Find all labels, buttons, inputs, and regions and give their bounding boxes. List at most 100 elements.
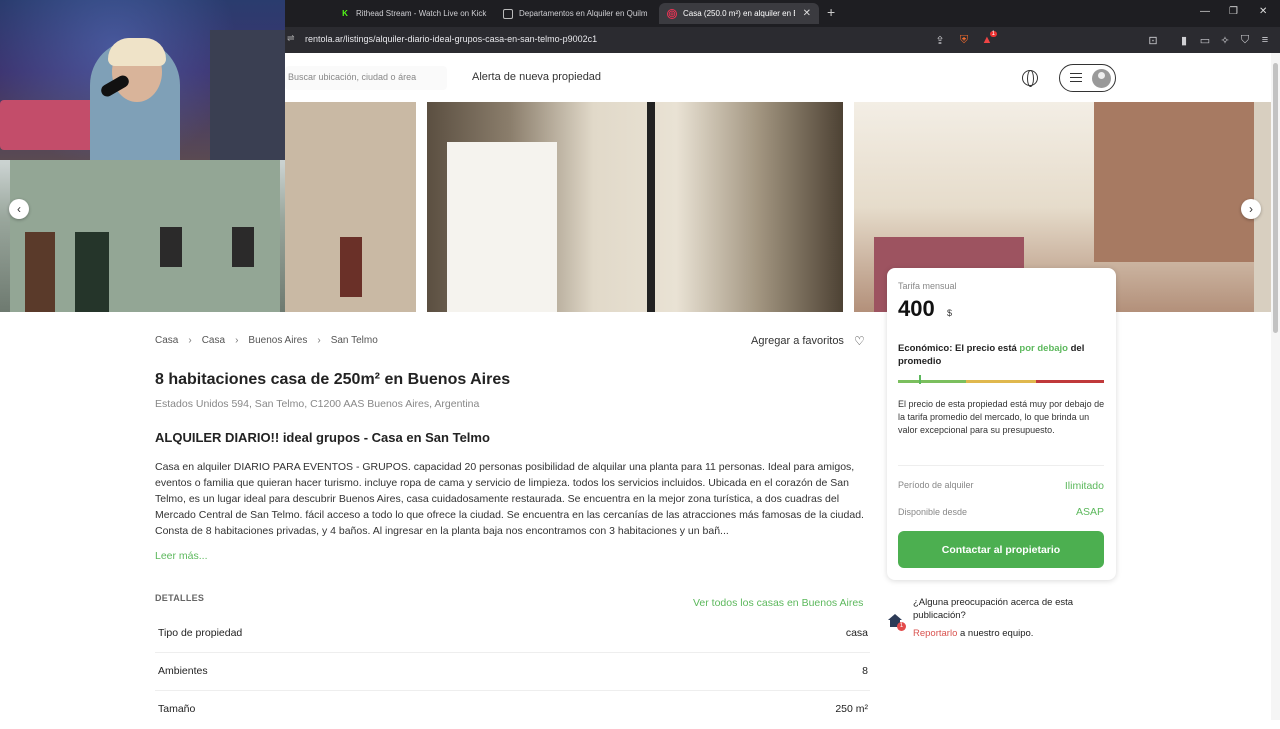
scrollbar-thumb[interactable] bbox=[1273, 63, 1278, 333]
window-close-icon[interactable]: ✕ bbox=[1259, 6, 1267, 17]
price-explanation: El precio de esta propiedad está muy por… bbox=[898, 399, 1105, 435]
location-search-input[interactable]: Buscar ubicación, ciudad o área bbox=[285, 66, 447, 90]
gallery-next-icon[interactable]: › bbox=[1241, 199, 1261, 219]
details-row: Ambientes 8 bbox=[155, 653, 870, 691]
house-icon: 1 bbox=[888, 614, 906, 631]
tab-rentola[interactable]: ◎ Casa (250.0 m²) en alquiler en Bu ✕ bbox=[659, 3, 819, 24]
details-value: casa bbox=[845, 627, 868, 639]
price-rating-prefix: Económico: El precio está bbox=[898, 343, 1020, 354]
tab-label: Departamentos en Alquiler en Quilm bbox=[519, 9, 648, 18]
listing-photo-door[interactable] bbox=[427, 102, 843, 312]
rentola-icon: ◎ bbox=[667, 8, 677, 19]
url-field[interactable]: rentola.ar/listings/alquiler-diario-idea… bbox=[305, 34, 597, 44]
avatar bbox=[1092, 69, 1111, 88]
details-value: 250 m² bbox=[835, 703, 868, 715]
brave-shield-icon[interactable]: ⛨ bbox=[957, 33, 971, 47]
rewards-icon[interactable]: ▲ 1 bbox=[980, 31, 997, 47]
webcam-shelf bbox=[210, 30, 285, 160]
report-suffix: a nuestro equipo. bbox=[957, 628, 1034, 639]
new-property-alert-link[interactable]: Alerta de nueva propiedad bbox=[472, 71, 601, 83]
add-to-favorites-button[interactable]: Agregar a favoritos ♡ bbox=[751, 334, 865, 348]
breadcrumb-item[interactable]: Casa bbox=[202, 335, 225, 346]
heart-icon: ♡ bbox=[853, 334, 865, 348]
minimize-icon[interactable]: — bbox=[1200, 6, 1210, 17]
brick-wall bbox=[1094, 102, 1254, 262]
breadcrumb-item[interactable]: Buenos Aires bbox=[248, 335, 307, 346]
rewards-badge: 1 bbox=[989, 31, 997, 37]
details-heading: DETALLES bbox=[155, 593, 205, 603]
facade-window bbox=[340, 237, 362, 297]
chevron-right-icon: › bbox=[188, 335, 192, 346]
page-title: 8 habitaciones casa de 250m² en Buenos A… bbox=[155, 371, 511, 388]
user-menu-button[interactable] bbox=[1059, 64, 1116, 92]
site-info-icon[interactable]: ⇌ bbox=[287, 33, 295, 44]
hamburger-icon bbox=[1070, 73, 1082, 82]
tab-departamentos[interactable]: Departamentos en Alquiler en Quilm bbox=[503, 3, 653, 24]
breadcrumb: Casa › Casa › Buenos Aires › San Telmo bbox=[155, 335, 378, 346]
report-link[interactable]: Reportarlo bbox=[913, 628, 957, 639]
tab-label: Rithead Stream - Watch Live on Kick bbox=[356, 9, 487, 18]
tab-label: Casa (250.0 m²) en alquiler en Bu bbox=[683, 9, 795, 18]
details-row: Tamaño 250 m² bbox=[155, 691, 870, 729]
alert-badge: 1 bbox=[897, 622, 906, 631]
rental-period-label: Período de alquiler bbox=[898, 480, 974, 490]
view-all-houses-link[interactable]: Ver todos los casas en Buenos Aires bbox=[693, 597, 863, 609]
price-card: Tarifa mensual 400 $ Económico: El preci… bbox=[887, 268, 1116, 580]
breadcrumb-item[interactable]: Casa bbox=[155, 335, 178, 346]
new-tab-icon[interactable]: + bbox=[827, 4, 835, 20]
price-rating-highlight: por debajo bbox=[1019, 343, 1068, 354]
tab-kick[interactable]: K Rithead Stream - Watch Live on Kick bbox=[340, 3, 490, 24]
chevron-right-icon: › bbox=[235, 335, 239, 346]
facade-door bbox=[75, 232, 109, 312]
kick-icon: K bbox=[342, 9, 348, 18]
listing-subtitle: ALQUILER DIARIO!! ideal grupos - Casa en… bbox=[155, 430, 490, 445]
close-tab-icon[interactable]: ✕ bbox=[803, 8, 811, 19]
maximize-icon[interactable]: ❐ bbox=[1229, 6, 1238, 17]
monthly-rate-label: Tarifa mensual bbox=[898, 281, 957, 291]
currency-symbol: $ bbox=[947, 308, 953, 318]
listing-description: Casa en alquiler DIARIO PARA EVENTOS - G… bbox=[155, 461, 864, 537]
sidebar-icon[interactable]: ▮ bbox=[1177, 33, 1191, 47]
breadcrumb-item[interactable]: San Telmo bbox=[331, 335, 378, 346]
facade-door bbox=[25, 232, 55, 312]
contact-owner-button[interactable]: Contactar al propietario bbox=[898, 531, 1104, 568]
share-icon[interactable]: ⇪ bbox=[933, 33, 947, 47]
price-scale-mid bbox=[965, 380, 1036, 383]
listing-address: Estados Unidos 594, San Telmo, C1200 AAS… bbox=[155, 398, 480, 410]
price-scale-high bbox=[1036, 380, 1104, 383]
language-globe-icon[interactable] bbox=[1022, 70, 1038, 87]
rental-period-value: Ilimitado bbox=[1064, 480, 1104, 492]
price-rating: Económico: El precio está por debajo del… bbox=[898, 342, 1108, 368]
facade-window bbox=[160, 227, 182, 267]
divider bbox=[898, 465, 1104, 466]
streamer-hair bbox=[108, 38, 166, 66]
window-frame bbox=[647, 102, 655, 312]
read-more-link[interactable]: Leer más... bbox=[155, 550, 208, 562]
wallet-icon[interactable]: ▭ bbox=[1198, 33, 1212, 47]
available-from-label: Disponible desde bbox=[898, 507, 968, 517]
details-key: Tamaño bbox=[158, 703, 196, 715]
available-from-value: ASAP bbox=[1075, 506, 1104, 518]
webcam-overlay bbox=[0, 0, 285, 160]
details-value: 8 bbox=[862, 665, 868, 677]
price-value: 400 bbox=[898, 296, 935, 321]
chevron-right-icon: › bbox=[317, 335, 321, 346]
interior-door bbox=[447, 142, 557, 312]
leo-icon[interactable]: ✧ bbox=[1218, 33, 1232, 47]
page-icon bbox=[503, 8, 513, 19]
price-scale-marker bbox=[918, 375, 921, 384]
report-question: ¿Alguna preocupación acerca de esta publ… bbox=[913, 597, 1074, 621]
menu-icon[interactable]: ≡ bbox=[1258, 33, 1272, 47]
report-line: Reportarlo a nuestro equipo. bbox=[913, 628, 1033, 639]
price-scale bbox=[898, 380, 1104, 383]
details-row: Tipo de propiedad casa bbox=[155, 615, 870, 653]
tab-search-icon[interactable]: ⊡ bbox=[1146, 33, 1160, 47]
details-key: Ambientes bbox=[158, 665, 208, 677]
vpn-icon[interactable]: ⛉ bbox=[1238, 33, 1252, 47]
facade-window bbox=[232, 227, 254, 267]
page-scrollbar[interactable] bbox=[1271, 53, 1280, 720]
details-key: Tipo de propiedad bbox=[158, 627, 243, 639]
gallery-prev-icon[interactable]: ‹ bbox=[9, 199, 29, 219]
favorite-label: Agregar a favoritos bbox=[751, 335, 844, 347]
price-scale-low bbox=[898, 380, 966, 383]
